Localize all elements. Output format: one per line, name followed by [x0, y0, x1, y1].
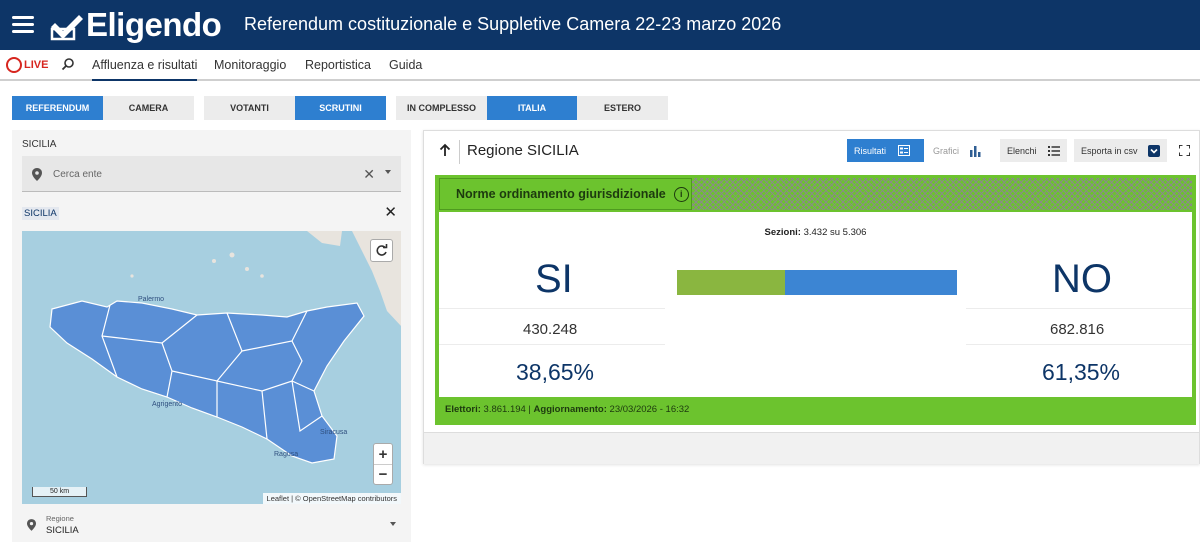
risultati-label: Risultati [854, 145, 887, 156]
map-canvas: Palermo Agrigento Ragusa Siracusa [49, 231, 401, 464]
consultation-toggle: REFERENDUM CAMERA [12, 96, 194, 120]
main-nav: LIVE Affluenza e risultati Monitoraggio … [0, 50, 1200, 81]
sezioni-count: Sezioni: 3.432 su 5.306 [439, 227, 1192, 238]
nav-tab-reportistica[interactable]: Reportistica [305, 58, 371, 72]
eligendo-logo[interactable]: Eligendo [50, 6, 222, 43]
list-detail-icon [898, 145, 911, 156]
row-divider [439, 308, 665, 309]
search-icon[interactable] [61, 57, 75, 76]
live-icon [6, 57, 22, 73]
aggiornamento-value: 23/03/2026 - 16:32 [609, 404, 690, 415]
scrutini-button[interactable]: SCRUTINI [295, 96, 386, 120]
refresh-icon[interactable] [370, 239, 393, 262]
question-title: Norme ordinamento giurisdizionale i [439, 178, 692, 210]
checkbox-logo-icon [50, 15, 83, 41]
selected-territory-chip: SICILIA [22, 207, 59, 220]
votanti-button[interactable]: VOTANTI [204, 96, 295, 120]
arrow-up-icon[interactable] [439, 143, 451, 162]
export-csv-label: Esporta in csv [1081, 145, 1138, 156]
map-scale: 50 km [32, 487, 87, 497]
card-footer: Elettori: 3.861.194 | Aggiornamento: 23/… [445, 404, 690, 415]
live-label: LIVE [24, 59, 49, 71]
clear-icon[interactable]: ✕ [363, 166, 375, 183]
header-hatch [692, 178, 1192, 210]
zoom-out-button[interactable]: − [374, 464, 392, 484]
elenchi-button[interactable]: Elenchi [1000, 139, 1067, 162]
list-icon [1047, 145, 1060, 156]
close-icon[interactable]: ✕ [384, 203, 397, 221]
sicily-map[interactable]: Palermo Agrigento Ragusa Siracusa + − 50… [22, 231, 401, 504]
map-attribution[interactable]: Leaflet | © OpenStreetMap contributors [262, 493, 401, 504]
search-placeholder: Cerca ente [53, 169, 102, 180]
chevron-down-icon[interactable] [390, 522, 396, 526]
vote-share-bar [677, 270, 957, 295]
row-divider [966, 344, 1192, 345]
panel-footer [424, 432, 1199, 464]
zoom-in-button[interactable]: + [374, 444, 392, 464]
region-select[interactable]: Regione SICILIA [22, 510, 401, 540]
question-label: Norme ordinamento giurisdizionale [456, 187, 666, 201]
info-icon[interactable]: i [673, 186, 689, 202]
elenchi-label: Elenchi [1007, 145, 1037, 156]
map-label-palermo: Palermo [138, 296, 164, 303]
result-body: Sezioni: 3.432 su 5.306 SI NO 430.248 68… [439, 212, 1192, 397]
grafici-button[interactable]: Grafici [926, 139, 996, 162]
top-header: Eligendo Referendum costituzionale e Sup… [0, 0, 1200, 50]
data-type-toggle: VOTANTI SCRUTINI [204, 96, 386, 120]
italia-button[interactable]: ITALIA [487, 96, 577, 120]
no-percentage: 61,35% [1042, 359, 1121, 385]
row-divider [439, 344, 665, 345]
si-votes: 430.248 [523, 321, 578, 338]
scope-toggle: IN COMPLESSO ITALIA ESTERO [396, 96, 668, 120]
si-percentage: 38,65% [516, 359, 595, 385]
live-indicator[interactable]: LIVE [6, 57, 48, 73]
location-pin-icon [27, 519, 36, 531]
logo-text: Eligendo [86, 6, 222, 43]
camera-button[interactable]: CAMERA [103, 96, 194, 120]
si-share-bar [677, 270, 786, 295]
row-divider [966, 308, 1192, 309]
download-icon [1147, 144, 1160, 157]
in-complesso-button[interactable]: IN COMPLESSO [396, 96, 487, 120]
location-pin-icon [32, 168, 42, 181]
region-select-value: SICILIA [46, 525, 79, 536]
chevron-down-icon[interactable] [385, 170, 391, 174]
title-divider [459, 140, 460, 164]
estero-button[interactable]: ESTERO [577, 96, 668, 120]
elettori-value: 3.861.194 [483, 404, 526, 415]
map-label-agrigento: Agrigento [152, 401, 182, 408]
panel-title: Regione SICILIA [467, 142, 579, 159]
no-votes: 682.816 [1050, 321, 1105, 338]
results-panel: Regione SICILIA Risultati Grafici Elench… [423, 130, 1200, 464]
page-title: Referendum costituzionale e Suppletive C… [244, 14, 782, 34]
no-label: NO [1052, 257, 1112, 301]
referendum-result-card: Norme ordinamento giurisdizionale i Sezi… [435, 175, 1196, 425]
grafici-label: Grafici [933, 145, 960, 156]
zoom-control: + − [373, 443, 393, 485]
territory-label: SICILIA [22, 139, 57, 150]
fullscreen-icon[interactable] [1178, 143, 1191, 161]
elettori-label: Elettori: [445, 404, 481, 415]
bar-chart-icon [970, 145, 981, 157]
sezioni-label: Sezioni: [764, 227, 801, 238]
map-label-siracusa: Siracusa [320, 429, 347, 436]
nav-tab-monitoraggio[interactable]: Monitoraggio [214, 58, 286, 72]
search-input[interactable]: Cerca ente ✕ [22, 156, 401, 192]
referendum-button[interactable]: REFERENDUM [12, 96, 103, 120]
map-label-ragusa: Ragusa [274, 451, 298, 458]
aggiornamento-label: Aggiornamento: [533, 404, 607, 415]
territory-panel: SICILIA Cerca ente ✕ SICILIA ✕ Palermo A… [12, 130, 411, 542]
risultati-button[interactable]: Risultati [847, 139, 924, 162]
nav-tab-guida[interactable]: Guida [389, 58, 422, 72]
nav-tab-affluenza[interactable]: Affluenza e risultati [92, 58, 198, 81]
sezioni-value: 3.432 su 5.306 [803, 227, 867, 238]
region-select-label: Regione [46, 514, 74, 523]
si-label: SI [535, 257, 573, 301]
menu-icon[interactable] [12, 16, 34, 34]
export-csv-button[interactable]: Esporta in csv [1074, 139, 1167, 162]
